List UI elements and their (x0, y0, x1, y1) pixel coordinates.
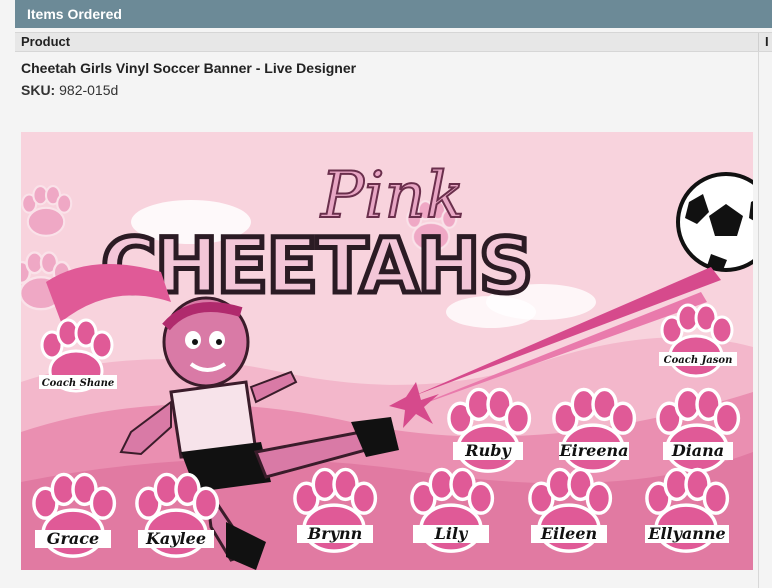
player-name-9: Ellyanne (647, 524, 725, 543)
player-name-4: Grace (47, 529, 99, 548)
items-ordered-header: Items Ordered (15, 0, 772, 28)
player-name-6: Brynn (307, 524, 363, 543)
soccer-ball-icon (676, 172, 753, 272)
player-name-5: Kaylee (145, 529, 206, 548)
column-product: Product (21, 34, 71, 49)
product-sku: SKU: 982-015d (21, 82, 118, 98)
column-divider (758, 33, 759, 51)
banner-preview-image: Pink CHEETAHS Coach Shane Coach Jason Ru… (21, 132, 753, 570)
player-name-1: Ruby (464, 441, 512, 460)
table-column-header: Product I (15, 32, 772, 52)
player-name-2: Eireena (558, 441, 628, 460)
coach-name-2: Coach Jason (664, 355, 733, 366)
sku-label: SKU: (21, 82, 56, 98)
column-next: I (765, 34, 769, 49)
player-name-8: Eileen (540, 524, 597, 543)
section-title: Items Ordered (27, 6, 122, 22)
coach-name-1: Coach Shane (42, 378, 115, 389)
product-title: Cheetah Girls Vinyl Soccer Banner - Live… (21, 60, 357, 76)
sku-value: 982-015d (59, 82, 119, 98)
player-name-3: Diana (671, 441, 724, 460)
player-name-7: Lily (434, 524, 469, 543)
